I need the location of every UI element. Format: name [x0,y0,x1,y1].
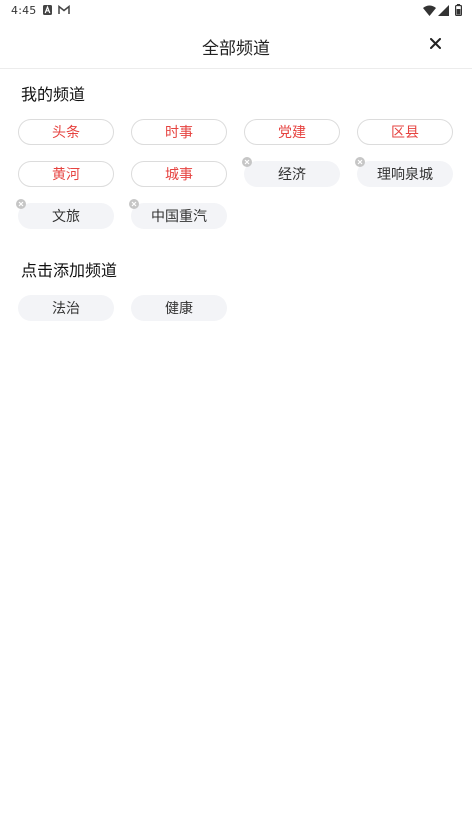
battery-icon [455,4,462,16]
remove-channel-icon[interactable] [16,199,26,209]
status-bar: 4:45 [0,0,472,20]
add-channel-chip[interactable]: 健康 [131,295,227,321]
header: 全部频道 [0,20,472,69]
channel-chip-fixed[interactable]: 区县 [357,119,453,145]
channel-label: 文旅 [52,209,80,225]
remove-channel-icon[interactable] [129,199,139,209]
channel-chip-editable[interactable]: 经济 [242,157,340,187]
a-notification-icon [43,4,52,16]
channel-label: 经济 [278,167,306,183]
channel-label: 中国重汽 [151,209,207,225]
channel-label: 理响泉城 [377,167,433,183]
channel-chip-fixed[interactable]: 党建 [244,119,340,145]
channel-chip-fixed[interactable]: 城事 [131,161,227,187]
page-title: 全部频道 [202,39,270,59]
add-channels-title: 点击添加频道 [21,261,118,280]
channel-chip-editable[interactable]: 文旅 [16,199,114,229]
add-channel-chip[interactable]: 法治 [18,295,114,321]
close-button[interactable] [424,32,446,54]
my-channels-title: 我的频道 [21,85,86,104]
channel-chip-fixed[interactable]: 头条 [18,119,114,145]
wifi-icon [423,4,436,16]
status-time: 4:45 [11,4,37,17]
remove-channel-icon[interactable] [355,157,365,167]
gmail-icon [58,4,70,16]
cellular-icon [438,4,449,16]
remove-channel-icon[interactable] [242,157,252,167]
channel-chip-editable[interactable]: 理响泉城 [355,157,453,187]
channel-chip-fixed[interactable]: 时事 [131,119,227,145]
channel-chip-fixed[interactable]: 黄河 [18,161,114,187]
channel-chip-editable[interactable]: 中国重汽 [129,199,227,229]
close-icon [429,37,441,49]
